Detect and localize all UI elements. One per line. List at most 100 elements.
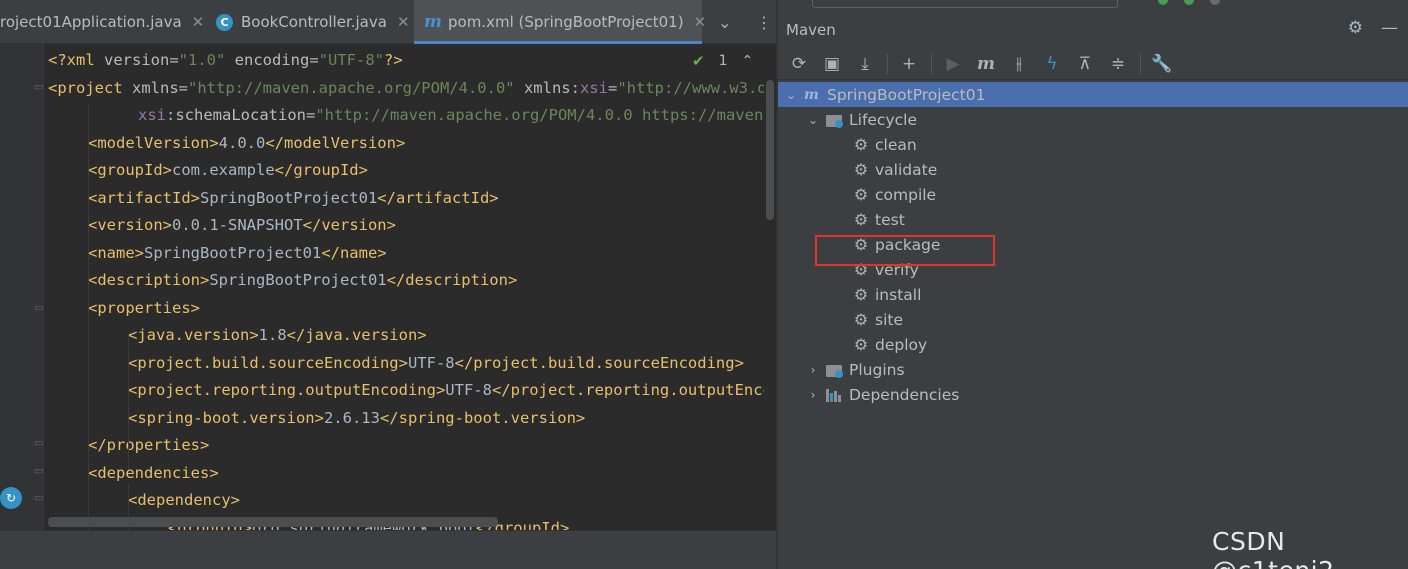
- more-options-icon[interactable]: ⋮: [756, 0, 772, 44]
- lifecycle-goal-label: deploy: [875, 335, 928, 354]
- code-token: xmlns: [132, 78, 179, 97]
- chevron-down-icon[interactable]: ⌄: [784, 88, 798, 102]
- code-token: xsi: [138, 106, 166, 124]
- lifecycle-goal-install[interactable]: ⚙ install: [778, 282, 1408, 307]
- chevron-down-icon[interactable]: ⌄: [718, 0, 731, 44]
- code-token: <project: [48, 78, 132, 97]
- show-dependencies-icon[interactable]: ⊼: [1072, 51, 1098, 77]
- maven-m-icon: m: [424, 12, 442, 32]
- code-token: <project.build.sourceEncoding>: [128, 353, 408, 372]
- code-token: </java.version>: [286, 326, 427, 344]
- chevron-up-icon[interactable]: ⌃: [742, 53, 754, 69]
- lifecycle-goal-site[interactable]: ⚙ site: [778, 307, 1408, 332]
- toggle-offline-icon[interactable]: ⫲: [1006, 51, 1032, 77]
- code-token: xsi: [579, 78, 608, 97]
- maven-sync-icon[interactable]: ↻: [0, 487, 22, 509]
- lifecycle-goal-label: test: [875, 210, 905, 229]
- run-icon[interactable]: [1184, 0, 1194, 5]
- code-token: "http://www.w3.org/2001/XMLSchema-instan…: [617, 78, 764, 97]
- tab-book-controller[interactable]: C BookController.java ✕: [216, 0, 412, 44]
- lifecycle-goal-label: install: [875, 285, 922, 304]
- code-token: <version>: [88, 216, 172, 234]
- search-box[interactable]: [812, 0, 1118, 8]
- chevron-down-icon[interactable]: ⌄: [806, 113, 820, 127]
- code-line: <groupId>com.example</groupId>: [48, 157, 368, 184]
- code-token: =: [309, 51, 319, 69]
- check-icon: ✔: [692, 52, 705, 70]
- code-token: <dependencies>: [88, 463, 219, 482]
- fold-marker-icon[interactable]: ▭: [34, 438, 45, 450]
- code-token: "1.0": [178, 51, 226, 69]
- vertical-scrollbar[interactable]: [764, 44, 776, 530]
- code-token: </name>: [321, 243, 387, 262]
- tree-plugins-node[interactable]: › Plugins: [778, 357, 1408, 382]
- tab-label: BookController.java: [241, 13, 387, 31]
- add-icon[interactable]: +: [896, 51, 922, 77]
- code-line: <modelVersion>4.0.0</modelVersion>: [48, 130, 405, 157]
- build-icon[interactable]: [1158, 0, 1168, 5]
- maven-toolbar: ⟳ ▣ ⤓ + ▶ m ⫲ ϟ ⊼ ≑ 🔧: [778, 48, 1408, 80]
- chevron-right-icon[interactable]: ›: [806, 388, 820, 402]
- tab-pom-xml[interactable]: m pom.xml (SpringBootProject01) ✕: [414, 0, 706, 44]
- lifecycle-goal-validate[interactable]: ⚙ validate: [778, 157, 1408, 182]
- gear-icon: ⚙: [853, 185, 869, 204]
- close-icon[interactable]: ✕: [397, 13, 410, 31]
- code-token: UTF-8: [407, 353, 455, 372]
- indent-guide: [128, 334, 129, 469]
- tab-label: roject01Application.java: [0, 13, 182, 31]
- scrollbar-thumb[interactable]: [766, 80, 774, 220]
- tree-dependencies-node[interactable]: › Dependencies: [778, 382, 1408, 407]
- tree-lifecycle-node[interactable]: ⌄ Lifecycle: [778, 107, 1408, 132]
- close-icon[interactable]: ✕: [694, 13, 707, 31]
- reload-icon[interactable]: ⟳: [786, 51, 812, 77]
- code-token: </artifactId>: [377, 188, 499, 207]
- watermark: CSDN @c1tenj2: [1212, 527, 1334, 569]
- add-folder-icon[interactable]: ▣: [819, 51, 845, 77]
- editor-gutter: ▭ ▭ ▭ ▭ ▭: [0, 44, 44, 530]
- code-token: <?xml: [48, 51, 104, 69]
- code-line: <dependencies>: [48, 460, 219, 487]
- settings-wrench-icon[interactable]: 🔧: [1149, 51, 1175, 77]
- code-line: <dependency>: [48, 487, 240, 514]
- close-icon[interactable]: ✕: [192, 13, 205, 31]
- skip-tests-icon[interactable]: ϟ: [1039, 51, 1065, 77]
- code-token: "UTF-8": [318, 51, 385, 69]
- fold-marker-icon[interactable]: ▭: [34, 303, 45, 315]
- code-token: </project.reporting.outputEncoding>: [491, 381, 764, 399]
- code-line: <project.reporting.outputEncoding>UTF-8<…: [48, 377, 764, 404]
- collapse-all-icon[interactable]: ≑: [1105, 51, 1131, 77]
- chevron-right-icon[interactable]: ›: [806, 363, 820, 377]
- lifecycle-goal-deploy[interactable]: ⚙ deploy: [778, 332, 1408, 357]
- maven-project-icon: m: [804, 86, 819, 103]
- code-token: <name>: [88, 243, 144, 262]
- tree-lifecycle-label: Lifecycle: [849, 110, 917, 129]
- code-token: <dependency>: [128, 491, 240, 509]
- debug-icon[interactable]: [1210, 0, 1220, 5]
- download-icon[interactable]: ⤓: [852, 51, 878, 77]
- code-token: :: [166, 106, 176, 124]
- fold-marker-icon[interactable]: ▭: [34, 493, 45, 505]
- fold-marker-icon[interactable]: ▭: [34, 82, 45, 94]
- toolbar-separator: [1140, 53, 1141, 74]
- tab-application-java[interactable]: roject01Application.java ✕: [0, 0, 208, 44]
- fold-marker-icon[interactable]: ▭: [34, 466, 45, 478]
- lifecycle-goal-clean[interactable]: ⚙ clean: [778, 132, 1408, 157]
- minimize-icon[interactable]: —: [1381, 18, 1398, 38]
- code-area[interactable]: <?xml version="1.0" encoding="UTF-8"?> <p…: [48, 44, 764, 530]
- code-line: <?xml version="1.0" encoding="UTF-8"?>: [48, 47, 403, 74]
- code-token: 1.8: [258, 326, 287, 344]
- tree-project-node[interactable]: ⌄ m SpringBootProject01: [778, 82, 1408, 107]
- gear-icon: ⚙: [853, 310, 869, 329]
- execute-goal-icon[interactable]: m: [973, 51, 999, 77]
- inspection-count: 1: [718, 53, 728, 69]
- lifecycle-goal-compile[interactable]: ⚙ compile: [778, 182, 1408, 207]
- horizontal-scrollbar[interactable]: [48, 517, 498, 527]
- annotation-highlight-box: [815, 235, 995, 266]
- gear-icon[interactable]: ⚙: [1348, 18, 1363, 38]
- code-token: </project.build.sourceEncoding>: [454, 353, 744, 372]
- lifecycle-goal-test[interactable]: ⚙ test: [778, 207, 1408, 232]
- code-line: <description>SpringBootProject01</descri…: [48, 267, 517, 294]
- code-line: <name>SpringBootProject01</name>: [48, 240, 387, 267]
- code-token: :: [570, 78, 580, 97]
- run-icon[interactable]: ▶: [940, 51, 966, 77]
